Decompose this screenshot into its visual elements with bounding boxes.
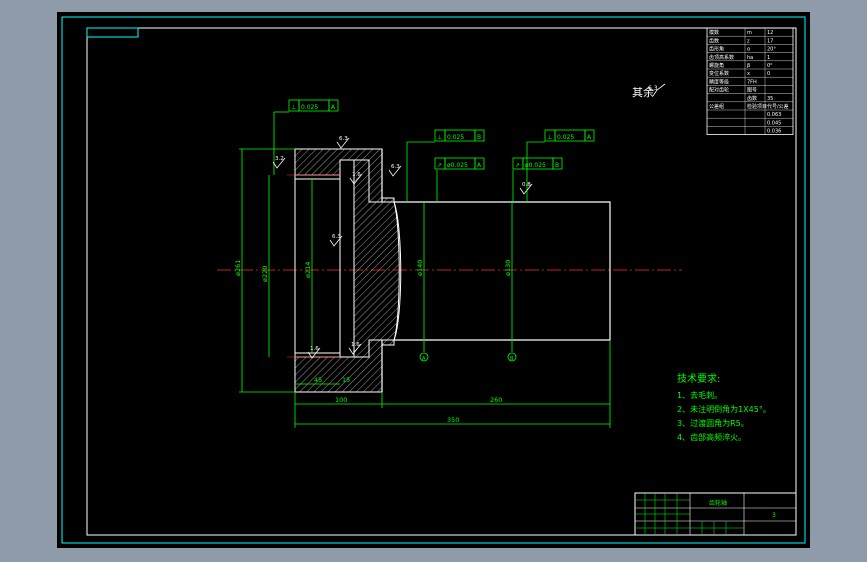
- dim-shaft-diameter: ø130: [504, 260, 512, 276]
- gear-table-cell: 公差组: [709, 103, 724, 110]
- gear-table-cell: 7FH: [747, 79, 757, 85]
- dim-step: 15: [342, 376, 350, 384]
- gear-table-cell: 精度等级: [709, 78, 729, 85]
- tolerance-symbol: ⊥: [547, 134, 552, 141]
- gear-table-cell: α: [747, 47, 751, 53]
- tolerance-datum: A: [331, 104, 336, 111]
- tolerance-datum: B: [477, 134, 481, 141]
- roughness-mark: 6.3: [336, 136, 350, 149]
- datum-a-label: A: [422, 356, 426, 362]
- roughness-value: 1.6: [352, 172, 361, 178]
- tolerance-symbol: ↗: [437, 162, 442, 169]
- roughness-mark: 6.3: [388, 164, 402, 177]
- drawing-sheet: 模数 m 12 齿数 z 17 齿形角 α 20° 齿顶高系数 ha 1 螺旋角 β 0° 变位系数 x 0 精度等…: [57, 12, 810, 548]
- dim-flange-bore: ø220: [261, 266, 269, 282]
- gear-table-cell: β: [747, 63, 750, 69]
- roughness-value: 3.2: [275, 156, 284, 162]
- title-drawing-no: 3: [772, 512, 776, 519]
- tech-heading: 技术要求:: [677, 372, 720, 385]
- tolerance-value: 0.025: [557, 134, 574, 141]
- gear-table-cell: 螺旋角: [709, 62, 724, 69]
- gear-table-cell: 20°: [767, 47, 776, 53]
- tolerance-symbol: ↗: [515, 162, 520, 169]
- tech-item-2: 2、未注明倒角为1X45°。: [677, 404, 771, 414]
- roughness-mark: 3.2: [272, 156, 286, 169]
- dim-outer-diameter: ø261: [234, 260, 242, 276]
- tolerance-frame: ⊥ 0.025 A: [288, 99, 339, 112]
- tolerance-frame: ⊥ 0.025 B: [434, 129, 485, 142]
- gear-table-cell: 配对齿轮: [709, 87, 729, 94]
- dim-body-diameter: ø140: [416, 260, 424, 276]
- corner-box: [86, 27, 139, 38]
- gear-table-cell: 齿数: [747, 95, 757, 102]
- roughness-value: 0.8: [522, 182, 531, 188]
- tech-item-1: 1、去毛刺。: [677, 390, 722, 400]
- tech-item-4: 4、齿部高频淬火。: [677, 432, 746, 442]
- roughness-value: 1.6: [310, 346, 319, 352]
- tolerance-frame: ↗ ø0.025 A: [434, 157, 485, 170]
- gear-table-cell: 17: [767, 38, 773, 44]
- roughness-value: 6.3: [332, 234, 341, 240]
- tech-requirements: 技术要求: 1、去毛刺。 2、未注明倒角为1X45°。 3、过渡圆角为R5。 4…: [677, 372, 771, 442]
- gear-table-cell: x: [747, 71, 750, 77]
- gear-parameter-table: 模数 m 12 齿数 z 17 齿形角 α 20° 齿顶高系数 ha 1 螺旋角 β 0° 变位系数 x 0 精度等…: [706, 27, 794, 135]
- roughness-value: 1.6: [351, 342, 360, 348]
- gear-table-cell: 齿数: [709, 37, 719, 44]
- title-part-name: 齿轮轴: [709, 499, 727, 507]
- gear-table-cell: 图号: [747, 88, 757, 94]
- gear-table-cell: 0: [767, 71, 770, 77]
- gear-table-cell: 代号/公差: [767, 103, 789, 110]
- tolerance-symbol: ⊥: [291, 104, 296, 111]
- tolerance-datum: A: [587, 134, 592, 141]
- tolerance-symbol: ⊥: [437, 134, 442, 141]
- gear-table-cell: 0.063: [767, 112, 781, 118]
- gear-table-cell: 1: [767, 55, 770, 61]
- gear-table-cell: 齿顶高系数: [709, 54, 734, 61]
- inner-border: [86, 27, 797, 536]
- roughness-value: 6.3: [391, 164, 400, 170]
- tolerance-datum: B: [555, 162, 559, 169]
- roughness-mark: 1.6: [307, 346, 321, 359]
- tolerance-value: ø0.025: [525, 162, 546, 169]
- gear-table-cell: 齿形角: [709, 46, 724, 53]
- dim-flange-length: 100: [335, 396, 347, 404]
- gear-table-cell: 12: [767, 30, 773, 36]
- tolerance-datum: A: [477, 162, 482, 169]
- dim-total-length: 350: [447, 416, 459, 424]
- roughness-value: 6.3: [339, 136, 348, 142]
- gear-table-cell: 检验项目: [747, 103, 767, 110]
- gear-table-cell: 模数: [709, 29, 719, 36]
- tolerance-frame: ⊥ 0.025 A: [544, 129, 595, 142]
- dim-chamfer: 45: [314, 376, 322, 384]
- tolerance-frame: ↗ ø0.025 B: [512, 157, 563, 170]
- gear-table-cell: 变位系数: [709, 70, 729, 77]
- tolerance-value: ø0.025: [447, 162, 468, 169]
- dim-inner-diameter: ø214: [304, 262, 312, 278]
- outer-border: [61, 16, 806, 544]
- gear-table-cell: 0.036: [767, 129, 781, 135]
- roughness-mark: 0.8: [519, 182, 533, 195]
- tolerance-value: 0.025: [301, 104, 318, 111]
- gear-table-cell: 0°: [767, 63, 773, 69]
- cad-drawing: 模数 m 12 齿数 z 17 齿形角 α 20° 齿顶高系数 ha 1 螺旋角 β 0° 变位系数 x 0 精度等…: [61, 16, 806, 544]
- title-block: 齿轮轴 3: [634, 492, 797, 536]
- tolerance-value: 0.025: [447, 134, 464, 141]
- tech-item-3: 3、过渡圆角为R5。: [677, 418, 749, 428]
- gear-table-cell: z: [747, 38, 750, 44]
- gear-table-cell: 0.045: [767, 120, 781, 126]
- gear-table-cell: m: [747, 30, 752, 36]
- gear-table-cell: 35: [767, 96, 773, 102]
- viewport-frame: 模数 m 12 齿数 z 17 齿形角 α 20° 齿顶高系数 ha 1 螺旋角 β 0° 变位系数 x 0 精度等…: [0, 0, 867, 562]
- datum-b-label: B: [510, 356, 514, 362]
- dim-shaft-length: 260: [490, 396, 502, 404]
- gear-table-cell: ha: [747, 55, 753, 61]
